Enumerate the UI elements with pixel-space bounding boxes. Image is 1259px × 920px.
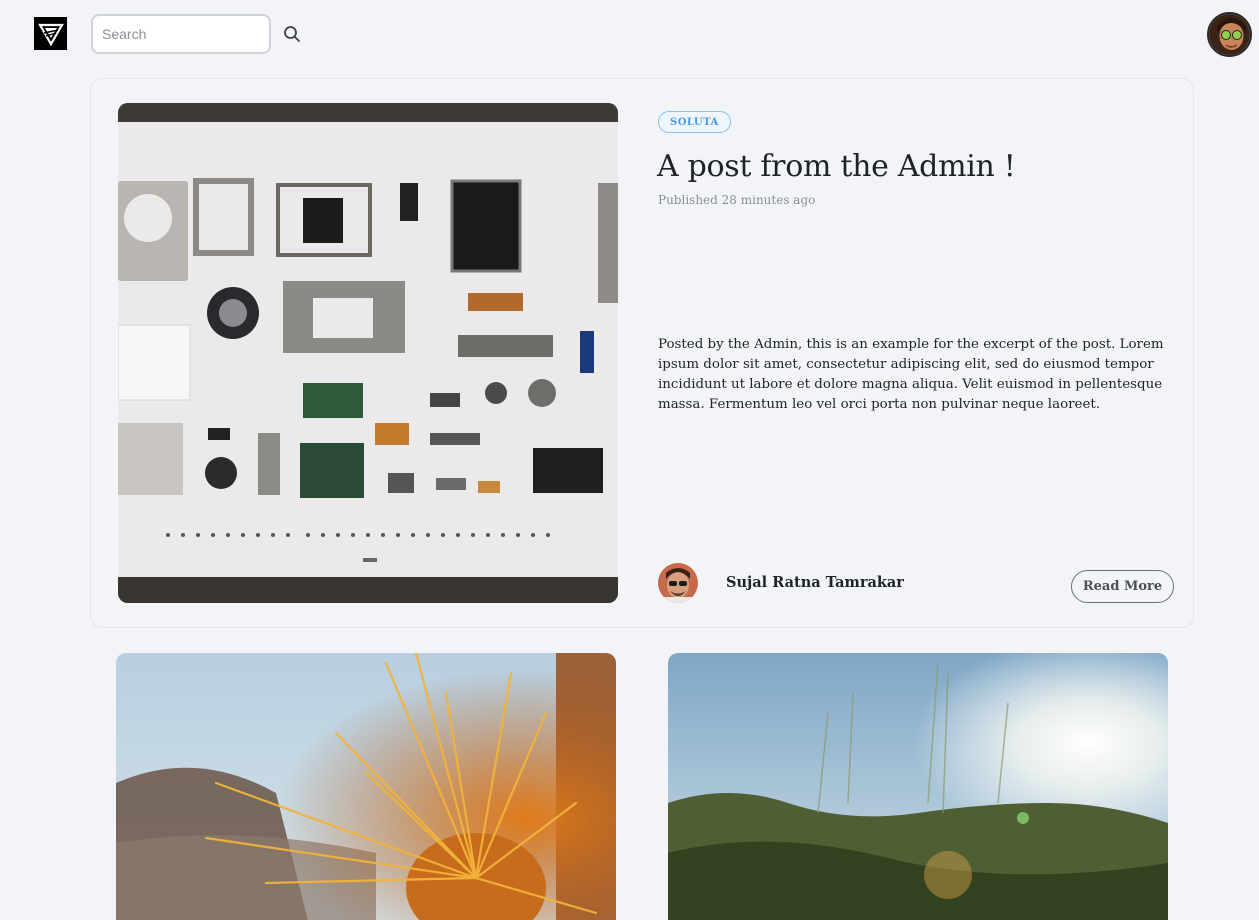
read-more-button[interactable]: Read More [1071, 570, 1174, 603]
featured-post-card: SOLUTA A post from the Admin ! Published… [90, 78, 1194, 628]
author-name[interactable]: Sujal Ratna Tamrakar [726, 574, 904, 591]
search-box[interactable] [91, 14, 300, 54]
search-icon[interactable] [283, 24, 301, 44]
post-card-image-cactus[interactable] [116, 653, 616, 920]
featured-post-image[interactable] [118, 103, 618, 603]
brand-logo-icon [37, 23, 64, 46]
post-card-image-meadow[interactable] [668, 653, 1168, 920]
author-avatar[interactable] [658, 563, 698, 603]
brand-logo[interactable] [34, 17, 67, 50]
search-input[interactable] [102, 26, 283, 42]
post-title[interactable]: A post from the Admin ! [657, 149, 1016, 184]
user-avatar[interactable] [1207, 12, 1252, 57]
published-time: Published 28 minutes ago [658, 193, 816, 207]
category-tag[interactable]: SOLUTA [658, 111, 731, 133]
post-excerpt: Posted by the Admin, this is an example … [658, 337, 1164, 412]
